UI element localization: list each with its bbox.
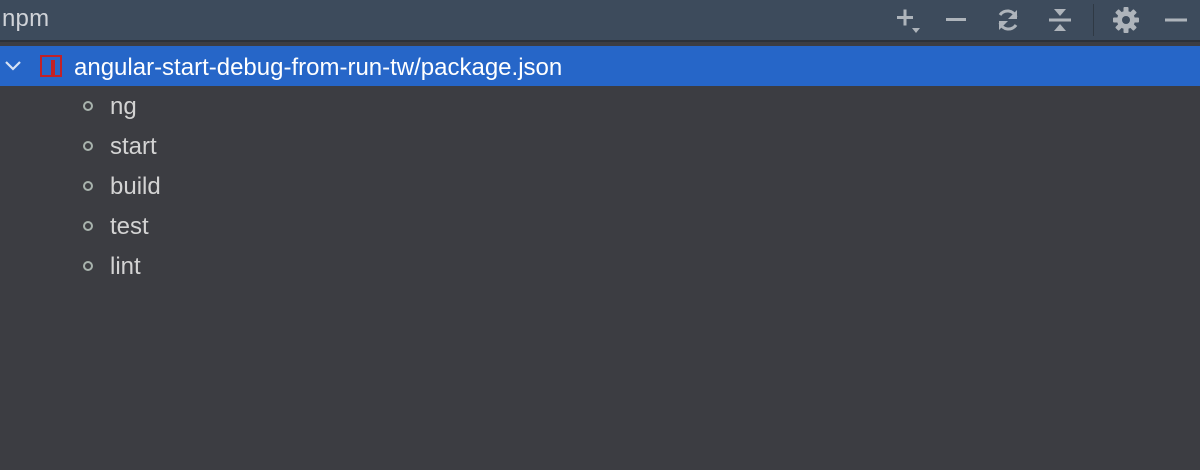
script-item-test[interactable]: test	[0, 206, 1200, 246]
script-item-lint[interactable]: lint	[0, 246, 1200, 286]
toolbar-separator	[1093, 4, 1094, 36]
script-bullet-icon	[83, 181, 93, 191]
add-button[interactable]	[884, 0, 928, 40]
script-item-start[interactable]: start	[0, 126, 1200, 166]
script-label: test	[110, 213, 149, 240]
script-bullet-icon	[83, 261, 93, 271]
minimize-icon	[1162, 6, 1190, 34]
refresh-icon	[994, 6, 1022, 34]
script-bullet-icon	[83, 221, 93, 231]
tool-window-title: npm	[2, 5, 50, 32]
collapse-all-icon	[1046, 6, 1074, 34]
add-icon	[890, 4, 922, 36]
script-label: build	[110, 173, 161, 200]
script-bullet-icon	[83, 141, 93, 151]
remove-icon	[942, 6, 970, 34]
script-label: lint	[110, 253, 141, 280]
npm-package-icon	[40, 55, 62, 77]
reload-button[interactable]	[986, 0, 1030, 40]
npm-scripts-list: ng start build test lint	[0, 86, 1200, 286]
collapse-all-button[interactable]	[1038, 0, 1082, 40]
hide-button[interactable]	[1154, 0, 1198, 40]
package-json-label: angular-start-debug-from-run-tw/package.…	[74, 54, 563, 81]
script-label: ng	[110, 93, 137, 120]
tool-window-header: npm	[0, 0, 1200, 42]
settings-button[interactable]	[1104, 0, 1148, 40]
gear-icon	[1111, 5, 1141, 35]
remove-button[interactable]	[934, 0, 978, 40]
chevron-down-icon[interactable]	[3, 56, 23, 76]
tree-root-package-json[interactable]: angular-start-debug-from-run-tw/package.…	[0, 46, 1200, 86]
script-bullet-icon	[83, 101, 93, 111]
script-item-ng[interactable]: ng	[0, 86, 1200, 126]
script-label: start	[110, 133, 157, 160]
script-item-build[interactable]: build	[0, 166, 1200, 206]
npm-tool-window: npm angular-start-debug-from-run-tw/pack…	[0, 0, 1200, 470]
